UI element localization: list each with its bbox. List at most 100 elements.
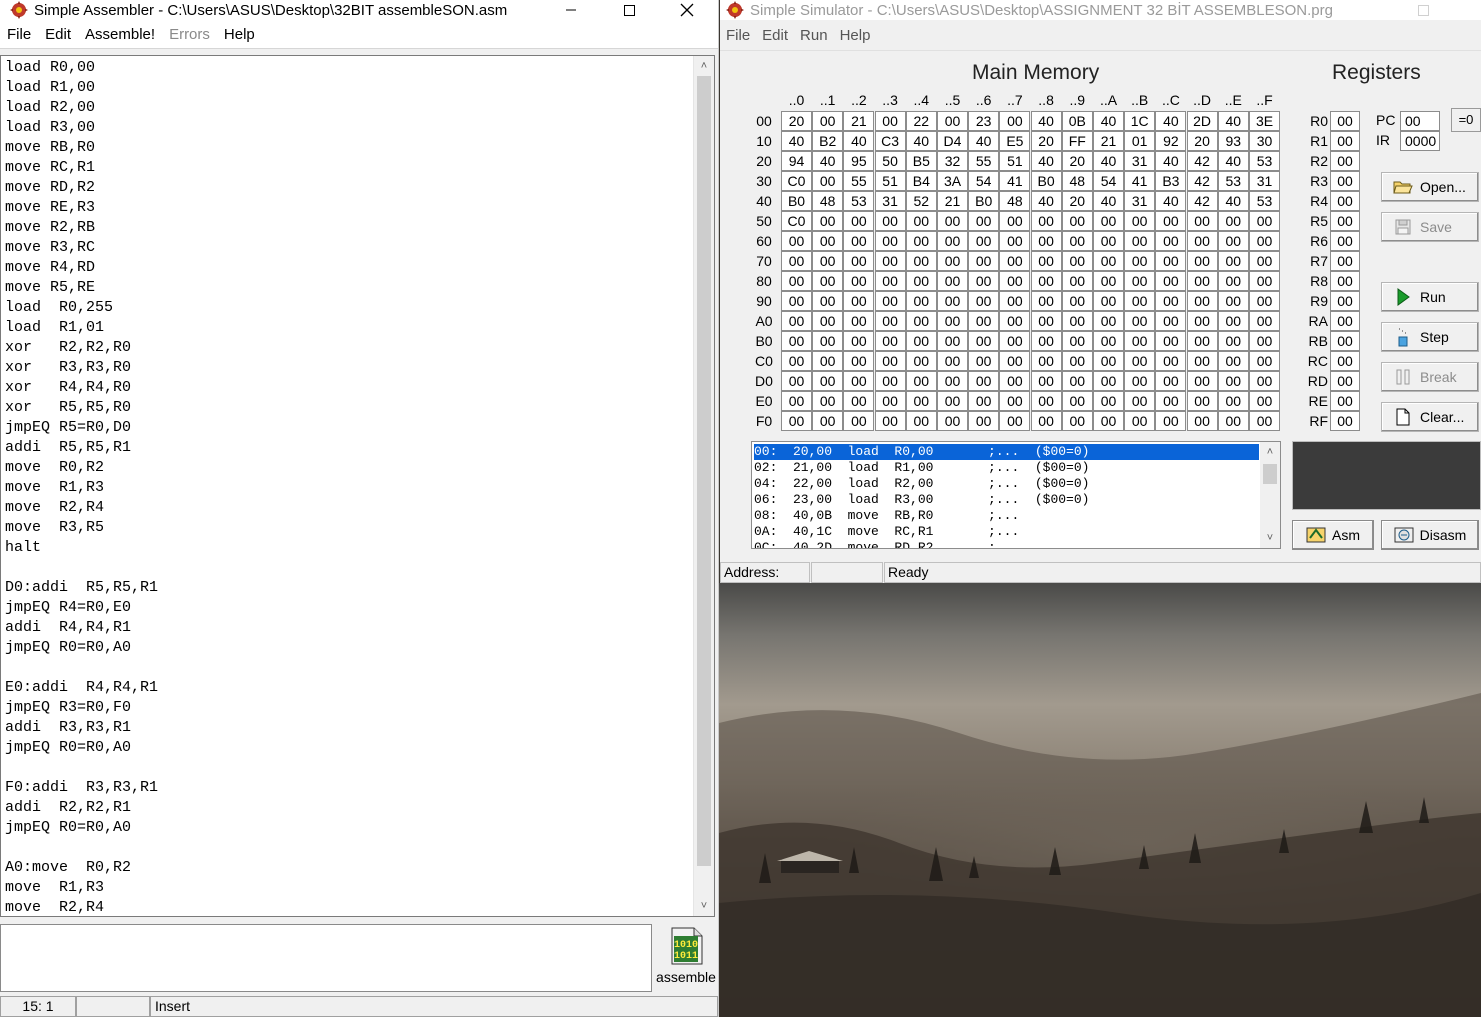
scroll-down-icon[interactable]: ˅ (694, 896, 714, 916)
memory-cell[interactable]: 00 (999, 251, 1031, 271)
memory-cell[interactable]: 00 (1155, 371, 1187, 391)
memory-cell[interactable]: 00 (968, 271, 1000, 291)
memory-cell[interactable]: 00 (812, 391, 844, 411)
memory-cell[interactable]: 92 (1155, 131, 1187, 151)
memory-cell[interactable]: 00 (968, 291, 1000, 311)
memory-cell[interactable]: 00 (1093, 391, 1124, 411)
memory-cell[interactable]: B4 (905, 171, 937, 191)
menu-help[interactable]: Help (217, 26, 262, 43)
memory-cell[interactable]: 00 (905, 311, 937, 331)
register-value[interactable]: 00 (1330, 211, 1360, 231)
memory-cell[interactable]: 00 (812, 251, 844, 271)
memory-cell[interactable]: 40 (1030, 151, 1062, 171)
memory-cell[interactable]: 00 (812, 271, 844, 291)
memory-cell[interactable]: 42 (1186, 171, 1218, 191)
sim-menu-edit[interactable]: Edit (756, 27, 794, 44)
memory-cell[interactable]: 00 (1030, 411, 1062, 431)
memory-cell[interactable]: 00 (1030, 211, 1062, 231)
memory-cell[interactable]: 00 (999, 211, 1031, 231)
memory-cell[interactable]: 55 (968, 151, 1000, 171)
memory-cell[interactable]: 00 (1061, 411, 1093, 431)
memory-cell[interactable]: 00 (1124, 371, 1156, 391)
memory-cell[interactable]: 00 (1186, 351, 1218, 371)
memory-cell[interactable]: 00 (1217, 371, 1249, 391)
memory-cell[interactable]: 31 (1249, 171, 1280, 191)
sim-menu-file[interactable]: File (720, 27, 756, 44)
memory-cell[interactable]: 00 (1186, 331, 1218, 351)
memory-cell[interactable]: 00 (1249, 231, 1280, 251)
memory-cell[interactable]: 00 (905, 271, 937, 291)
memory-cell[interactable]: 00 (968, 311, 1000, 331)
memory-cell[interactable]: 00 (1186, 371, 1218, 391)
assembler-titlebar[interactable]: Simple Assembler - C:\Users\ASUS\Desktop… (0, 0, 718, 20)
memory-cell[interactable]: 00 (937, 271, 968, 291)
memory-cell[interactable]: 00 (999, 351, 1031, 371)
memory-cell[interactable]: 00 (905, 211, 937, 231)
memory-cell[interactable]: 00 (968, 351, 1000, 371)
memory-cell[interactable]: 53 (1249, 151, 1280, 171)
memory-cell[interactable]: 00 (1249, 371, 1280, 391)
memory-cell[interactable]: 00 (999, 271, 1031, 291)
maximize-button[interactable] (606, 0, 652, 20)
disassembly-row[interactable]: 02: 21,00 load R1,00 ;... ($00=0) (754, 460, 1259, 476)
memory-cell[interactable]: 00 (1217, 351, 1249, 371)
memory-cell[interactable]: 00 (874, 251, 906, 271)
register-value[interactable]: 00 (1330, 291, 1360, 311)
break-button[interactable]: Break (1381, 362, 1479, 392)
memory-cell[interactable]: 00 (1155, 251, 1187, 271)
memory-cell[interactable]: 00 (937, 311, 968, 331)
memory-cell[interactable]: 1C (1124, 111, 1156, 131)
memory-cell[interactable]: 41 (1124, 171, 1156, 191)
memory-cell[interactable]: 48 (1061, 171, 1093, 191)
memory-cell[interactable]: 00 (937, 391, 968, 411)
memory-cell[interactable]: 00 (1249, 331, 1280, 351)
register-value[interactable]: 00 (1330, 251, 1360, 271)
memory-cell[interactable]: 30 (1249, 131, 1280, 151)
memory-cell[interactable]: 00 (1030, 351, 1062, 371)
memory-cell[interactable]: 00 (1093, 251, 1124, 271)
memory-cell[interactable]: 00 (843, 351, 875, 371)
memory-cell[interactable]: 40 (1093, 191, 1124, 211)
memory-cell[interactable]: 00 (1217, 251, 1249, 271)
menu-errors[interactable]: Errors (162, 26, 217, 43)
memory-cell[interactable]: E5 (999, 131, 1031, 151)
memory-cell[interactable]: 00 (905, 231, 937, 251)
register-value[interactable]: 00 (1330, 271, 1360, 291)
memory-cell[interactable]: 00 (1061, 371, 1093, 391)
memory-cell[interactable]: 00 (937, 211, 968, 231)
memory-cell[interactable]: 00 (1061, 291, 1093, 311)
sim-menu-run[interactable]: Run (794, 27, 834, 44)
memory-cell[interactable]: 00 (1155, 411, 1187, 431)
memory-cell[interactable]: 00 (1155, 311, 1187, 331)
memory-cell[interactable]: 40 (968, 131, 1000, 151)
memory-cell[interactable]: 00 (937, 111, 968, 131)
memory-cell[interactable]: 00 (1186, 251, 1218, 271)
memory-cell[interactable]: 00 (1093, 231, 1124, 251)
memory-cell[interactable]: 40 (1093, 151, 1124, 171)
disasm-button[interactable]: Disasm (1381, 520, 1479, 550)
disassembly-row-selected[interactable]: 00: 20,00 load R0,00 ;... ($00=0) (754, 444, 1259, 460)
disassembly-list[interactable]: 00: 20,00 load R0,00 ;... ($00=0) 02: 21,… (751, 441, 1281, 549)
memory-cell[interactable]: 00 (781, 311, 812, 331)
memory-cell[interactable]: 00 (1093, 291, 1124, 311)
assembler-output-pane[interactable] (0, 924, 652, 992)
memory-cell[interactable]: 00 (1249, 351, 1280, 371)
memory-cell[interactable]: 00 (843, 311, 875, 331)
memory-cell[interactable]: 00 (843, 251, 875, 271)
memory-cell[interactable]: 00 (812, 291, 844, 311)
memory-cell[interactable]: 00 (968, 331, 1000, 351)
sim-maximize-button[interactable] (1400, 0, 1446, 20)
memory-cell[interactable]: 00 (1061, 231, 1093, 251)
register-value[interactable]: 00 (1330, 331, 1360, 351)
memory-cell[interactable]: 00 (874, 211, 906, 231)
memory-cell[interactable]: 52 (905, 191, 937, 211)
memory-cell[interactable]: 00 (1249, 211, 1280, 231)
close-button[interactable] (664, 0, 710, 20)
scroll-down-icon[interactable]: ˅ (1260, 528, 1280, 548)
memory-cell[interactable]: 00 (905, 371, 937, 391)
register-value[interactable]: 00 (1330, 351, 1360, 371)
memory-cell[interactable]: 0B (1061, 111, 1093, 131)
memory-cell[interactable]: 00 (1217, 211, 1249, 231)
memory-cell[interactable]: 00 (1124, 391, 1156, 411)
memory-cell[interactable]: 48 (812, 191, 844, 211)
